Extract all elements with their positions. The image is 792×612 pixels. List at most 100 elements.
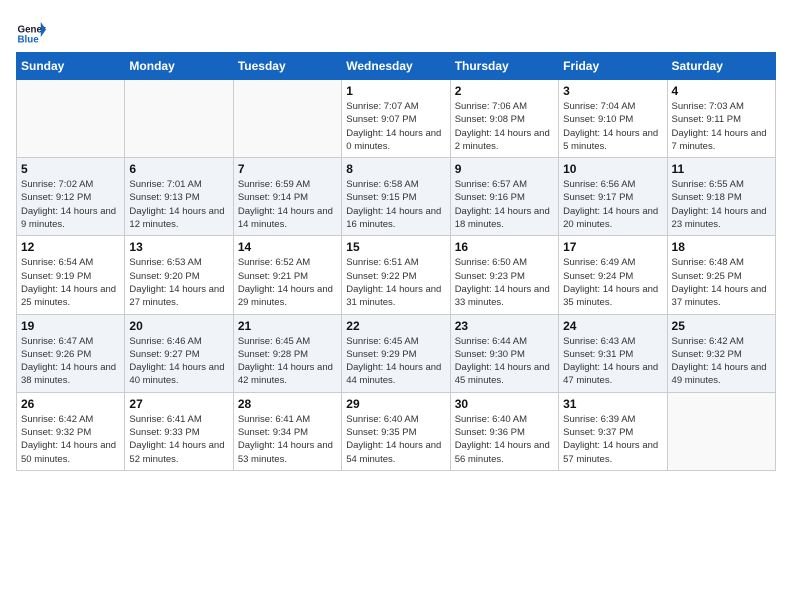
- day-detail: Sunrise: 6:49 AMSunset: 9:24 PMDaylight:…: [563, 256, 662, 309]
- day-detail: Sunrise: 7:07 AMSunset: 9:07 PMDaylight:…: [346, 100, 445, 153]
- day-number: 8: [346, 162, 445, 176]
- day-number: 23: [455, 319, 554, 333]
- day-number: 7: [238, 162, 337, 176]
- calendar-cell: 25Sunrise: 6:42 AMSunset: 9:32 PMDayligh…: [667, 314, 775, 392]
- day-number: 30: [455, 397, 554, 411]
- day-number: 9: [455, 162, 554, 176]
- day-number: 3: [563, 84, 662, 98]
- weekday-header-sunday: Sunday: [17, 53, 125, 80]
- day-number: 29: [346, 397, 445, 411]
- day-detail: Sunrise: 6:45 AMSunset: 9:28 PMDaylight:…: [238, 335, 337, 388]
- day-detail: Sunrise: 6:45 AMSunset: 9:29 PMDaylight:…: [346, 335, 445, 388]
- calendar-cell: 28 Sunrise: 6:41 AMSunset: 9:34 PMDayligh…: [233, 392, 341, 470]
- day-number: 16: [455, 240, 554, 254]
- day-number: 20: [129, 319, 228, 333]
- calendar-cell: [125, 80, 233, 158]
- day-detail: Sunrise: 6:54 AMSunset: 9:19 PMDaylight:…: [21, 256, 120, 309]
- day-detail: Sunrise: 6:56 AMSunset: 9:17 PMDaylight:…: [563, 178, 662, 231]
- day-detail: Sunrise: 6:52 AMSunset: 9:21 PMDaylight:…: [238, 256, 337, 309]
- day-detail: Sunrise: 6:46 AMSunset: 9:27 PMDaylight:…: [129, 335, 228, 388]
- calendar-cell: [17, 80, 125, 158]
- day-number: 15: [346, 240, 445, 254]
- day-number: 2: [455, 84, 554, 98]
- day-number: 1: [346, 84, 445, 98]
- day-number: 12: [21, 240, 120, 254]
- calendar-header-row: SundayMondayTuesdayWednesdayThursdayFrid…: [17, 53, 776, 80]
- day-detail: Sunrise: 6:55 AMSunset: 9:18 PMDaylight:…: [672, 178, 771, 231]
- calendar-cell: 23 Sunrise: 6:44 AMSunset: 9:30 PMDayligh…: [450, 314, 558, 392]
- calendar-cell: 29 Sunrise: 6:40 AMSunset: 9:35 PMDayligh…: [342, 392, 450, 470]
- day-number: 13: [129, 240, 228, 254]
- calendar-week-row: 19 Sunrise: 6:47 AMSunset: 9:26 PMDayligh…: [17, 314, 776, 392]
- calendar-cell: 20 Sunrise: 6:46 AMSunset: 9:27 PMDayligh…: [125, 314, 233, 392]
- calendar-cell: 30 Sunrise: 6:40 AMSunset: 9:36 PMDayligh…: [450, 392, 558, 470]
- day-detail: Sunrise: 6:53 AMSunset: 9:20 PMDaylight:…: [129, 256, 228, 309]
- calendar-cell: 4Sunrise: 7:03 AMSunset: 9:11 PMDaylight…: [667, 80, 775, 158]
- calendar-cell: 11 Sunrise: 6:55 AMSunset: 9:18 PMDayligh…: [667, 158, 775, 236]
- calendar-week-row: 26 Sunrise: 6:42 AMSunset: 9:32 PMDayligh…: [17, 392, 776, 470]
- calendar-cell: 14 Sunrise: 6:52 AMSunset: 9:21 PMDayligh…: [233, 236, 341, 314]
- day-detail: Sunrise: 6:44 AMSunset: 9:30 PMDaylight:…: [455, 335, 554, 388]
- calendar-cell: 26 Sunrise: 6:42 AMSunset: 9:32 PMDayligh…: [17, 392, 125, 470]
- calendar-cell: 16 Sunrise: 6:50 AMSunset: 9:23 PMDayligh…: [450, 236, 558, 314]
- day-number: 19: [21, 319, 120, 333]
- page-header: General Blue: [16, 16, 776, 46]
- day-number: 26: [21, 397, 120, 411]
- calendar-cell: [667, 392, 775, 470]
- day-detail: Sunrise: 6:42 AMSunset: 9:32 PMDaylight:…: [21, 413, 120, 466]
- calendar-cell: 2 Sunrise: 7:06 AMSunset: 9:08 PMDaylight…: [450, 80, 558, 158]
- day-detail: Sunrise: 6:39 AMSunset: 9:37 PMDaylight:…: [563, 413, 662, 466]
- calendar-cell: 27 Sunrise: 6:41 AMSunset: 9:33 PMDayligh…: [125, 392, 233, 470]
- day-detail: Sunrise: 7:02 AMSunset: 9:12 PMDaylight:…: [21, 178, 120, 231]
- calendar-cell: 8Sunrise: 6:58 AMSunset: 9:15 PMDaylight…: [342, 158, 450, 236]
- day-detail: Sunrise: 6:47 AMSunset: 9:26 PMDaylight:…: [21, 335, 120, 388]
- calendar-cell: 5 Sunrise: 7:02 AMSunset: 9:12 PMDaylight…: [17, 158, 125, 236]
- day-detail: Sunrise: 6:40 AMSunset: 9:36 PMDaylight:…: [455, 413, 554, 466]
- calendar-cell: 21 Sunrise: 6:45 AMSunset: 9:28 PMDayligh…: [233, 314, 341, 392]
- day-detail: Sunrise: 6:57 AMSunset: 9:16 PMDaylight:…: [455, 178, 554, 231]
- calendar-cell: 17 Sunrise: 6:49 AMSunset: 9:24 PMDayligh…: [559, 236, 667, 314]
- day-number: 17: [563, 240, 662, 254]
- day-detail: Sunrise: 7:06 AMSunset: 9:08 PMDaylight:…: [455, 100, 554, 153]
- day-detail: Sunrise: 6:51 AMSunset: 9:22 PMDaylight:…: [346, 256, 445, 309]
- calendar-cell: 15 Sunrise: 6:51 AMSunset: 9:22 PMDayligh…: [342, 236, 450, 314]
- day-number: 18: [672, 240, 771, 254]
- weekday-header-friday: Friday: [559, 53, 667, 80]
- calendar-cell: 19 Sunrise: 6:47 AMSunset: 9:26 PMDayligh…: [17, 314, 125, 392]
- weekday-header-thursday: Thursday: [450, 53, 558, 80]
- calendar-week-row: 5 Sunrise: 7:02 AMSunset: 9:12 PMDaylight…: [17, 158, 776, 236]
- day-detail: Sunrise: 6:41 AMSunset: 9:33 PMDaylight:…: [129, 413, 228, 466]
- day-number: 10: [563, 162, 662, 176]
- day-number: 31: [563, 397, 662, 411]
- logo: General Blue: [16, 16, 46, 46]
- day-number: 5: [21, 162, 120, 176]
- day-number: 27: [129, 397, 228, 411]
- calendar-cell: 13 Sunrise: 6:53 AMSunset: 9:20 PMDayligh…: [125, 236, 233, 314]
- day-number: 6: [129, 162, 228, 176]
- day-detail: Sunrise: 6:41 AMSunset: 9:34 PMDaylight:…: [238, 413, 337, 466]
- calendar-cell: 6Sunrise: 7:01 AMSunset: 9:13 PMDaylight…: [125, 158, 233, 236]
- day-number: 14: [238, 240, 337, 254]
- day-detail: Sunrise: 6:43 AMSunset: 9:31 PMDaylight:…: [563, 335, 662, 388]
- calendar-cell: 7 Sunrise: 6:59 AMSunset: 9:14 PMDaylight…: [233, 158, 341, 236]
- day-number: 11: [672, 162, 771, 176]
- calendar-table: SundayMondayTuesdayWednesdayThursdayFrid…: [16, 52, 776, 471]
- day-detail: Sunrise: 6:50 AMSunset: 9:23 PMDaylight:…: [455, 256, 554, 309]
- calendar-cell: 24 Sunrise: 6:43 AMSunset: 9:31 PMDayligh…: [559, 314, 667, 392]
- calendar-cell: 3 Sunrise: 7:04 AMSunset: 9:10 PMDaylight…: [559, 80, 667, 158]
- day-number: 24: [563, 319, 662, 333]
- day-number: 21: [238, 319, 337, 333]
- calendar-cell: 9 Sunrise: 6:57 AMSunset: 9:16 PMDaylight…: [450, 158, 558, 236]
- day-detail: Sunrise: 6:48 AMSunset: 9:25 PMDaylight:…: [672, 256, 771, 309]
- day-detail: Sunrise: 6:59 AMSunset: 9:14 PMDaylight:…: [238, 178, 337, 231]
- calendar-cell: 12 Sunrise: 6:54 AMSunset: 9:19 PMDayligh…: [17, 236, 125, 314]
- day-detail: Sunrise: 7:04 AMSunset: 9:10 PMDaylight:…: [563, 100, 662, 153]
- day-number: 28: [238, 397, 337, 411]
- calendar-cell: 22Sunrise: 6:45 AMSunset: 9:29 PMDayligh…: [342, 314, 450, 392]
- weekday-header-wednesday: Wednesday: [342, 53, 450, 80]
- calendar-cell: 1 Sunrise: 7:07 AMSunset: 9:07 PMDaylight…: [342, 80, 450, 158]
- day-detail: Sunrise: 6:42 AMSunset: 9:32 PMDaylight:…: [672, 335, 771, 388]
- day-detail: Sunrise: 6:40 AMSunset: 9:35 PMDaylight:…: [346, 413, 445, 466]
- svg-text:Blue: Blue: [18, 34, 40, 45]
- weekday-header-tuesday: Tuesday: [233, 53, 341, 80]
